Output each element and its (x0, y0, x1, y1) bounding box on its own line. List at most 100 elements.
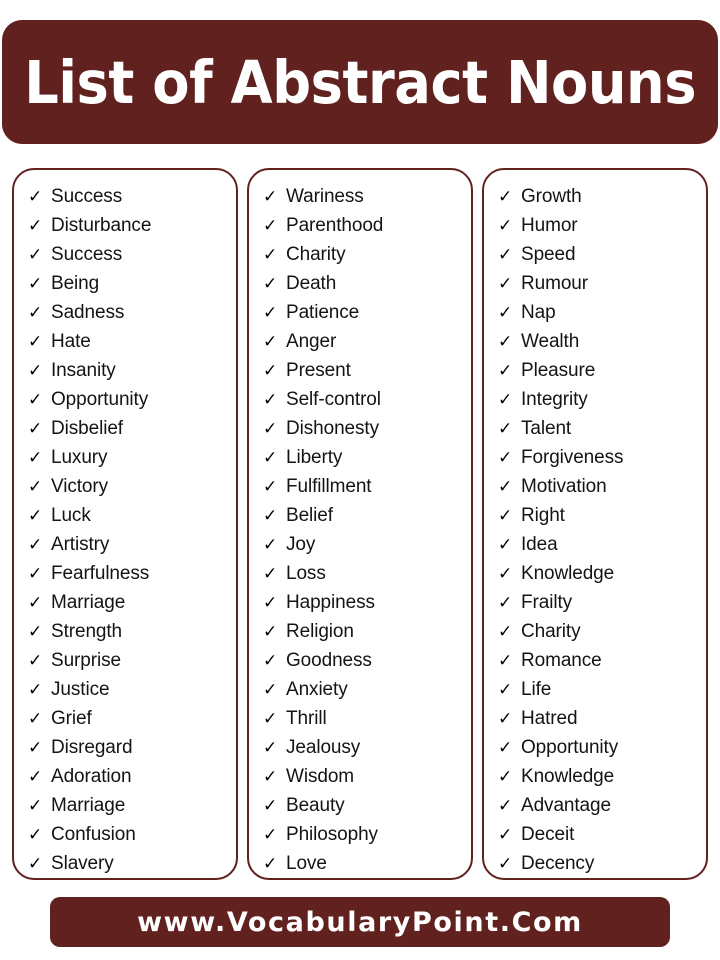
check-icon: ✓ (498, 564, 513, 583)
check-icon: ✓ (263, 651, 278, 670)
check-icon: ✓ (28, 332, 43, 351)
noun-label: Belief (286, 505, 333, 526)
list-item: ✓ Adoration (26, 762, 230, 791)
list-item: ✓ Charity (496, 617, 700, 646)
noun-label: Confusion (51, 824, 136, 845)
noun-label: Death (286, 273, 337, 294)
check-icon: ✓ (28, 448, 43, 467)
list-item: ✓ Decency (496, 849, 700, 878)
list-item: ✓ Fulfillment (261, 472, 465, 501)
list-item: ✓ Self-control (261, 385, 465, 414)
abstract-nouns-poster: List of Abstract Nouns ✓ Success ✓ Disturba… (0, 0, 720, 960)
noun-label: Religion (286, 621, 354, 642)
noun-label: Opportunity (521, 737, 619, 758)
noun-label: Life (521, 679, 552, 700)
check-icon: ✓ (28, 709, 43, 728)
list-item: ✓ Death (261, 269, 465, 298)
check-icon: ✓ (28, 651, 43, 670)
check-icon: ✓ (498, 361, 513, 380)
list-item: ✓ Liberty (261, 443, 465, 472)
list-item: ✓ Being (26, 269, 230, 298)
noun-label: Insanity (51, 360, 116, 381)
check-icon: ✓ (263, 448, 278, 467)
check-icon: ✓ (263, 216, 278, 235)
check-icon: ✓ (263, 419, 278, 438)
list-item: ✓ Justice (26, 675, 230, 704)
noun-label: Present (286, 360, 351, 381)
check-icon: ✓ (28, 767, 43, 786)
noun-label: Forgiveness (521, 447, 624, 468)
noun-label: Marriage (51, 795, 126, 816)
noun-list-column-2: ✓ Wariness ✓ Parenthood ✓ Charity ✓ Death ✓ Patie… (261, 182, 465, 878)
noun-label: Anger (286, 331, 337, 352)
check-icon: ✓ (28, 593, 43, 612)
noun-label: Love (286, 853, 327, 874)
list-item: ✓ Religion (261, 617, 465, 646)
check-icon: ✓ (498, 854, 513, 873)
list-item: ✓ Romance (496, 646, 700, 675)
noun-label: Romance (521, 650, 602, 671)
noun-label: Wisdom (286, 766, 355, 787)
check-icon: ✓ (263, 506, 278, 525)
check-icon: ✓ (263, 274, 278, 293)
list-item: ✓ Goodness (261, 646, 465, 675)
list-item: ✓ Frailty (496, 588, 700, 617)
list-item: ✓ Opportunity (496, 733, 700, 762)
noun-card-column-2: ✓ Wariness ✓ Parenthood ✓ Charity ✓ Death ✓ Patie… (247, 168, 473, 880)
check-icon: ✓ (263, 825, 278, 844)
check-icon: ✓ (263, 303, 278, 322)
noun-label: Talent (521, 418, 572, 439)
noun-columns: ✓ Success ✓ Disturbance ✓ Success ✓ Being ✓ Sadne… (12, 168, 708, 880)
noun-label: Beauty (286, 795, 345, 816)
list-item: ✓ Loss (261, 559, 465, 588)
website-url[interactable]: www.VocabularyPoint.Com (137, 909, 583, 936)
footer-banner[interactable]: www.VocabularyPoint.Com (50, 897, 670, 947)
check-icon: ✓ (28, 825, 43, 844)
list-item: ✓ Happiness (261, 588, 465, 617)
noun-label: Wealth (521, 331, 580, 352)
list-item: ✓ Artistry (26, 530, 230, 559)
noun-label: Hate (51, 331, 91, 352)
noun-label: Disbelief (51, 418, 123, 439)
list-item: ✓ Hatred (496, 704, 700, 733)
noun-list-column-1: ✓ Success ✓ Disturbance ✓ Success ✓ Being ✓ Sadne… (26, 182, 230, 878)
noun-label: Patience (286, 302, 360, 323)
noun-label: Success (51, 186, 123, 207)
noun-label: Motivation (521, 476, 607, 497)
check-icon: ✓ (263, 796, 278, 815)
list-item: ✓ Luxury (26, 443, 230, 472)
noun-label: Surprise (51, 650, 121, 671)
check-icon: ✓ (28, 796, 43, 815)
check-icon: ✓ (498, 216, 513, 235)
check-icon: ✓ (263, 709, 278, 728)
list-item: ✓ Opportunity (26, 385, 230, 414)
check-icon: ✓ (28, 506, 43, 525)
check-icon: ✓ (498, 535, 513, 554)
list-item: ✓ Fearfulness (26, 559, 230, 588)
noun-label: Being (51, 273, 100, 294)
check-icon: ✓ (263, 245, 278, 264)
noun-label: Goodness (286, 650, 372, 671)
noun-label: Joy (286, 534, 316, 555)
noun-label: Parenthood (286, 215, 384, 236)
check-icon: ✓ (28, 622, 43, 641)
noun-card-column-1: ✓ Success ✓ Disturbance ✓ Success ✓ Being ✓ Sadne… (12, 168, 238, 880)
noun-label: Knowledge (521, 766, 615, 787)
list-item: ✓ Life (496, 675, 700, 704)
check-icon: ✓ (263, 593, 278, 612)
list-item: ✓ Luck (26, 501, 230, 530)
check-icon: ✓ (498, 651, 513, 670)
list-item: ✓ Anxiety (261, 675, 465, 704)
list-item: ✓ Philosophy (261, 820, 465, 849)
check-icon: ✓ (498, 680, 513, 699)
noun-label: Integrity (521, 389, 588, 410)
check-icon: ✓ (263, 564, 278, 583)
check-icon: ✓ (498, 622, 513, 641)
noun-label: Success (51, 244, 123, 265)
check-icon: ✓ (263, 622, 278, 641)
list-item: ✓ Insanity (26, 356, 230, 385)
check-icon: ✓ (28, 245, 43, 264)
noun-label: Grief (51, 708, 92, 729)
list-item: ✓ Parenthood (261, 211, 465, 240)
check-icon: ✓ (263, 361, 278, 380)
